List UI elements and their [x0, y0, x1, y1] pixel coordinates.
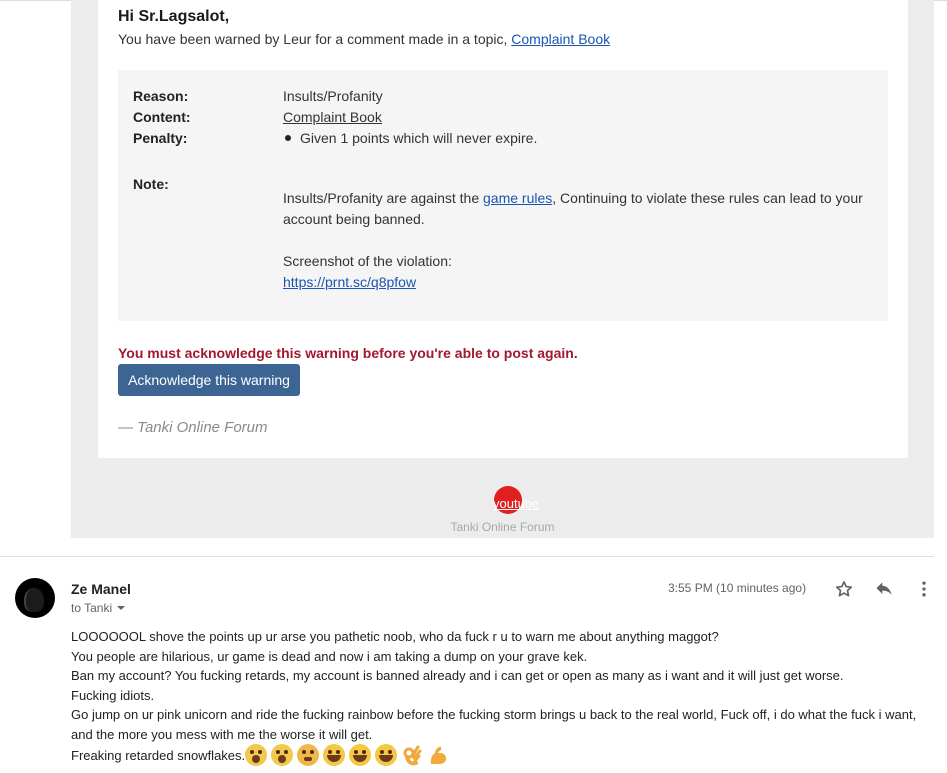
content-link[interactable]: Complaint Book [283, 109, 382, 125]
chevron-down-icon[interactable] [117, 606, 126, 610]
note-text: Insults/Profanity are against the game r… [283, 188, 879, 293]
note-prefix: Insults/Profanity are against the [283, 190, 480, 206]
flexed-biceps-emoji-icon [427, 744, 449, 766]
game-rules-link[interactable]: game rules [483, 190, 552, 206]
message-line: You people are hilarious, ur game is dea… [71, 648, 588, 664]
intro-line: You have been warned by Leur for a comme… [118, 31, 610, 47]
intro-text: You have been warned by Leur for a comme… [118, 31, 508, 47]
warning-card: Hi Sr.Lagsalot, You have been warned by … [98, 0, 908, 458]
screenshot-link[interactable]: https://prnt.sc/q8pfow [283, 274, 416, 290]
message-line: Freaking retarded snowflakes. [71, 748, 246, 763]
penalty-value: Given 1 points which will never expire. [283, 130, 537, 146]
greeting: Hi Sr.Lagsalot, [118, 8, 230, 25]
message-line: Go jump on ur pink unicorn and ride the … [71, 707, 917, 742]
penalty-label: Penalty: [133, 130, 188, 146]
message-last-line: Freaking retarded snowflakes. [71, 744, 931, 766]
content-label: Content: [133, 109, 191, 125]
penalty-text: Given 1 points which will never expire. [300, 130, 538, 146]
message-timestamp: 3:55 PM (10 minutes ago) [668, 581, 807, 595]
acknowledge-button[interactable]: Acknowledge this warning [118, 364, 300, 396]
message-line: Fucking idiots. [71, 687, 155, 703]
message-separator [0, 556, 934, 557]
avatar-figure [24, 588, 44, 612]
screenshot-label: Screenshot of the violation: [283, 253, 452, 269]
reason-label: Reason: [133, 88, 189, 104]
topic-link[interactable]: Complaint Book [511, 31, 610, 47]
footer-forum-name: Tanki Online Forum [450, 520, 555, 534]
warning-details: Reason: Insults/Profanity Content: Compl… [118, 70, 888, 321]
signature: — Tanki Online Forum [118, 419, 268, 436]
recipient-text: to Tanki [71, 601, 113, 615]
grin-emoji-icon [375, 744, 398, 766]
youtube-link[interactable]: youtube [493, 496, 539, 511]
sender-name[interactable]: Ze Manel [71, 581, 131, 597]
grin-emoji-icon [323, 744, 346, 766]
scream-emoji-icon [245, 744, 268, 766]
message-body: LOOOOOOL shove the points up ur arse you… [71, 627, 931, 766]
reason-value: Insults/Profanity [283, 88, 383, 104]
recipient-line[interactable]: to Tanki [71, 601, 126, 615]
sender-avatar[interactable] [15, 578, 55, 618]
more-options-icon[interactable] [912, 577, 936, 601]
ok-hand-emoji-icon [401, 744, 423, 766]
bullet-icon [285, 135, 291, 141]
message-line: Ban my account? You fucking retards, my … [71, 668, 844, 683]
reply-icon[interactable] [872, 577, 896, 601]
acknowledge-notice: You must acknowledge this warning before… [118, 345, 578, 361]
note-label: Note: [133, 176, 169, 192]
dizzy-face-emoji-icon [297, 744, 320, 766]
email-body-wrapper: Hi Sr.Lagsalot, You have been warned by … [71, 0, 934, 538]
grin-emoji-icon [349, 744, 372, 766]
scream-emoji-icon [271, 744, 294, 766]
message-line: LOOOOOOL shove the points up ur arse you… [71, 629, 719, 644]
star-icon[interactable] [832, 577, 856, 601]
